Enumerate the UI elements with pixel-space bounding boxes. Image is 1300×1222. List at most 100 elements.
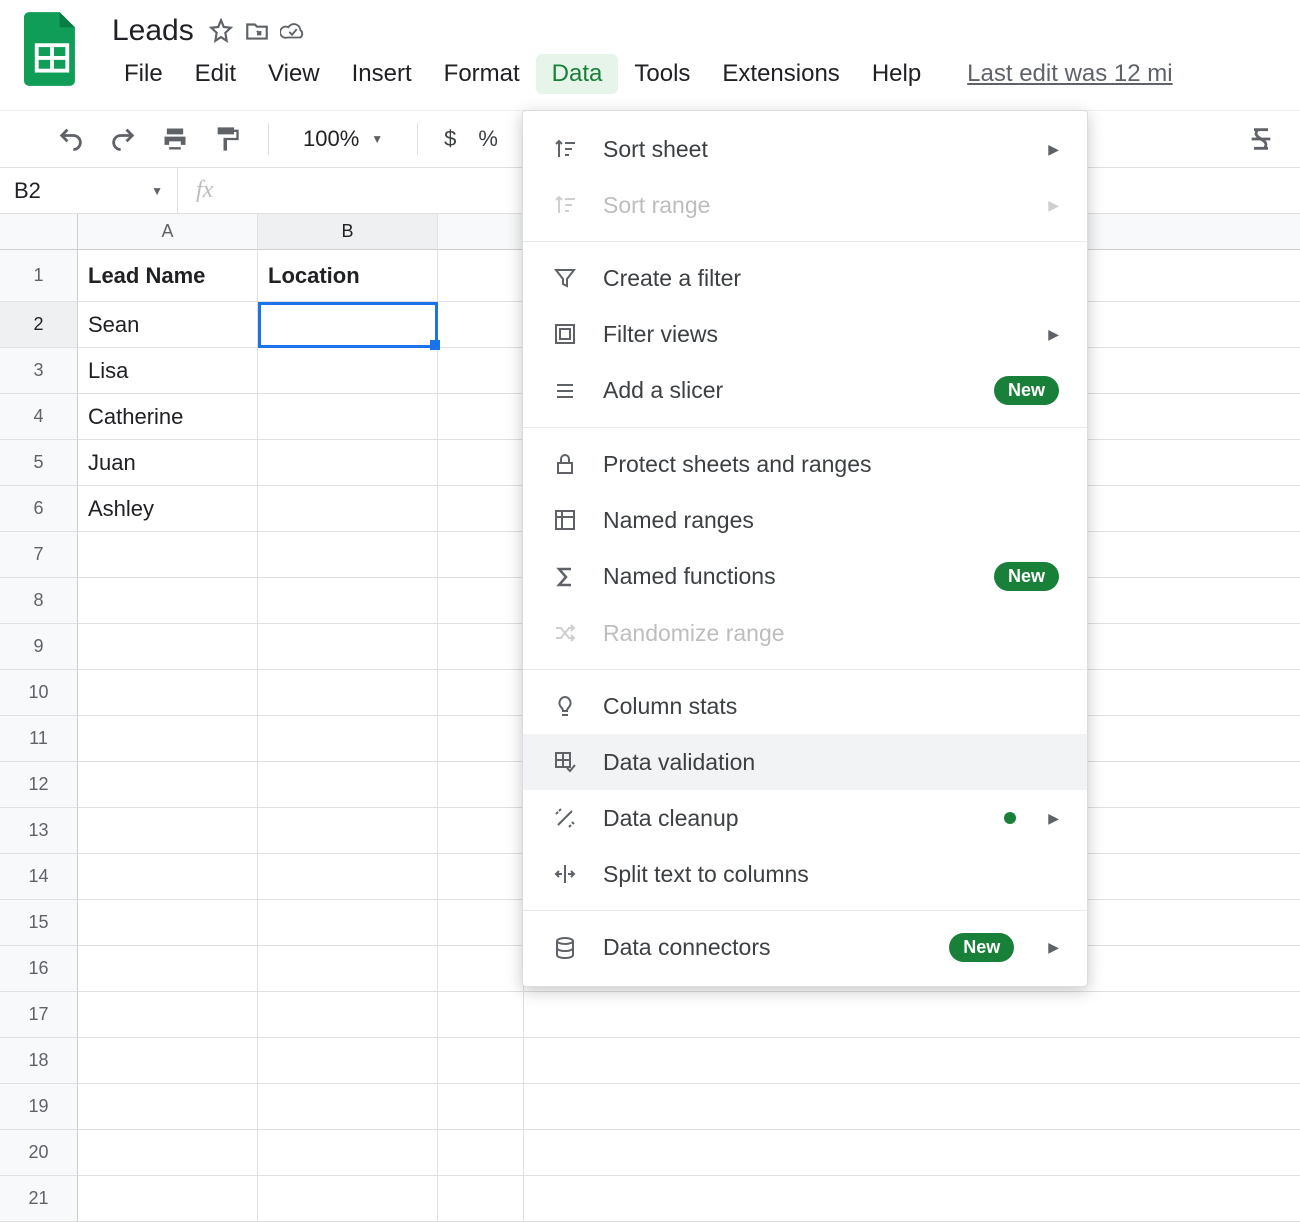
- cell[interactable]: [258, 808, 438, 854]
- strikethrough-icon[interactable]: [1246, 124, 1276, 154]
- menu-data-connectors[interactable]: Data connectors New ▶: [523, 919, 1087, 976]
- cell[interactable]: [438, 1084, 524, 1130]
- cell[interactable]: [78, 532, 258, 578]
- row-header[interactable]: 19: [0, 1084, 78, 1130]
- cell[interactable]: [258, 348, 438, 394]
- menu-format[interactable]: Format: [428, 54, 536, 94]
- cell[interactable]: [258, 1038, 438, 1084]
- row-header[interactable]: 4: [0, 394, 78, 440]
- cell[interactable]: [78, 992, 258, 1038]
- cell[interactable]: [438, 440, 524, 486]
- row-header[interactable]: 9: [0, 624, 78, 670]
- move-icon[interactable]: [244, 18, 270, 44]
- row-header[interactable]: 3: [0, 348, 78, 394]
- cell[interactable]: [78, 1084, 258, 1130]
- cell[interactable]: Location: [258, 250, 438, 302]
- row-header[interactable]: 1: [0, 250, 78, 302]
- format-percent-button[interactable]: %: [478, 126, 498, 152]
- row-header[interactable]: 17: [0, 992, 78, 1038]
- cell[interactable]: [524, 992, 1300, 1038]
- menu-named-ranges[interactable]: Named ranges: [523, 492, 1087, 548]
- menu-protect-sheets[interactable]: Protect sheets and ranges: [523, 436, 1087, 492]
- cell[interactable]: [258, 992, 438, 1038]
- cell[interactable]: [438, 716, 524, 762]
- star-icon[interactable]: [208, 18, 234, 44]
- cell[interactable]: [258, 532, 438, 578]
- cell[interactable]: Catherine: [78, 394, 258, 440]
- cell[interactable]: [438, 1038, 524, 1084]
- cell[interactable]: [258, 394, 438, 440]
- undo-icon[interactable]: [56, 124, 86, 154]
- menu-extensions[interactable]: Extensions: [706, 54, 855, 94]
- cell[interactable]: [258, 762, 438, 808]
- redo-icon[interactable]: [108, 124, 138, 154]
- cell[interactable]: Sean: [78, 302, 258, 348]
- print-icon[interactable]: [160, 124, 190, 154]
- cell[interactable]: [438, 900, 524, 946]
- paint-format-icon[interactable]: [212, 124, 242, 154]
- cell[interactable]: [524, 1130, 1300, 1176]
- menu-sort-sheet[interactable]: Sort sheet ▶: [523, 121, 1087, 177]
- row-header[interactable]: 11: [0, 716, 78, 762]
- cell[interactable]: [258, 578, 438, 624]
- cell[interactable]: [258, 486, 438, 532]
- cell[interactable]: [438, 348, 524, 394]
- cell[interactable]: [524, 1176, 1300, 1222]
- row-header[interactable]: 18: [0, 1038, 78, 1084]
- row-header[interactable]: 2: [0, 302, 78, 348]
- cell[interactable]: [78, 762, 258, 808]
- cell[interactable]: [258, 1084, 438, 1130]
- cell[interactable]: [258, 624, 438, 670]
- cell[interactable]: [438, 394, 524, 440]
- cell[interactable]: [438, 946, 524, 992]
- cell[interactable]: [78, 670, 258, 716]
- col-header-b[interactable]: B: [258, 214, 438, 250]
- cell[interactable]: [438, 250, 524, 302]
- cell[interactable]: [438, 486, 524, 532]
- zoom-selector[interactable]: 100% ▼: [295, 126, 391, 152]
- cell[interactable]: [258, 716, 438, 762]
- sheets-logo-icon[interactable]: [24, 12, 80, 86]
- cell[interactable]: [258, 854, 438, 900]
- cell[interactable]: [78, 854, 258, 900]
- cell[interactable]: [438, 992, 524, 1038]
- cell[interactable]: [258, 302, 438, 348]
- cell[interactable]: [258, 670, 438, 716]
- menu-tools[interactable]: Tools: [618, 54, 706, 94]
- menu-file[interactable]: File: [108, 54, 179, 94]
- name-box[interactable]: B2 ▼: [0, 168, 178, 213]
- cell[interactable]: [258, 1130, 438, 1176]
- menu-filter-views[interactable]: Filter views ▶: [523, 306, 1087, 362]
- menu-create-filter[interactable]: Create a filter: [523, 250, 1087, 306]
- menu-named-functions[interactable]: Named functions New: [523, 548, 1087, 605]
- select-all-corner[interactable]: [0, 214, 78, 250]
- row-header[interactable]: 8: [0, 578, 78, 624]
- menu-help[interactable]: Help: [856, 54, 937, 94]
- menu-edit[interactable]: Edit: [179, 54, 252, 94]
- cell[interactable]: [258, 440, 438, 486]
- cell[interactable]: [258, 1176, 438, 1222]
- cell[interactable]: [78, 1176, 258, 1222]
- cell[interactable]: [438, 578, 524, 624]
- row-header[interactable]: 15: [0, 900, 78, 946]
- cell[interactable]: [78, 808, 258, 854]
- row-header[interactable]: 16: [0, 946, 78, 992]
- menu-split-text[interactable]: Split text to columns: [523, 846, 1087, 902]
- cell[interactable]: [438, 1176, 524, 1222]
- row-header[interactable]: 13: [0, 808, 78, 854]
- cell[interactable]: [438, 1130, 524, 1176]
- menu-column-stats[interactable]: Column stats: [523, 678, 1087, 734]
- row-header[interactable]: 20: [0, 1130, 78, 1176]
- row-header[interactable]: 14: [0, 854, 78, 900]
- cell[interactable]: [78, 1038, 258, 1084]
- cell[interactable]: [78, 900, 258, 946]
- menu-insert[interactable]: Insert: [336, 54, 428, 94]
- cell[interactable]: [438, 670, 524, 716]
- cell[interactable]: [258, 946, 438, 992]
- cell[interactable]: [78, 946, 258, 992]
- row-header[interactable]: 21: [0, 1176, 78, 1222]
- cell[interactable]: [438, 302, 524, 348]
- col-header-c[interactable]: [438, 214, 524, 250]
- cell[interactable]: [524, 1038, 1300, 1084]
- cell[interactable]: [438, 624, 524, 670]
